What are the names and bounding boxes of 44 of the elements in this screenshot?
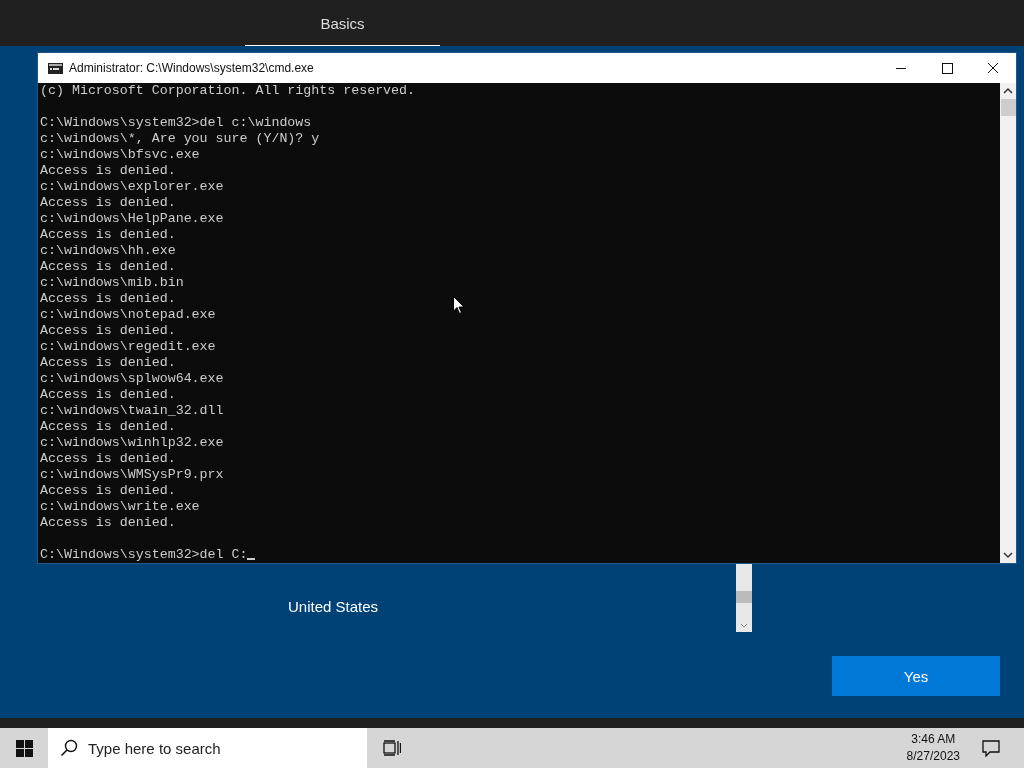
console-line: c:\windows\WMSysPr9.prx (40, 467, 224, 482)
search-field[interactable]: Type here to search (48, 728, 367, 768)
console-icon (48, 62, 63, 74)
console-line: c:\windows\hh.exe (40, 243, 176, 258)
console-line: Access is denied. (40, 515, 176, 530)
console-line: Access is denied. (40, 355, 176, 370)
console-line: c:\windows\explorer.exe (40, 179, 224, 194)
mouse-pointer-icon (453, 296, 465, 315)
console-line: Access is denied. (40, 291, 176, 306)
windows-start-icon[interactable] (16, 739, 33, 757)
scroll-thumb[interactable] (736, 591, 752, 603)
console-line: Access is denied. (40, 163, 176, 178)
scroll-thumb[interactable] (1000, 99, 1016, 116)
console-line: Access is denied. (40, 451, 176, 466)
notifications-icon[interactable] (982, 739, 1000, 757)
console-line: c:\windows\write.exe (40, 499, 200, 514)
clock-date: 8/27/2023 (906, 748, 960, 765)
console-line: c:\windows\mib.bin (40, 275, 184, 290)
console-line: Access is denied. (40, 419, 176, 434)
console-line: c:\windows\winhlp32.exe (40, 435, 224, 450)
console-line: Access is denied. (40, 387, 176, 402)
yes-button[interactable]: Yes (832, 656, 1000, 696)
console-line: c:\windows\twain_32.dll (40, 403, 224, 418)
console-line: Access is denied. (40, 323, 176, 338)
text-cursor (247, 558, 256, 560)
console-line: C:\Windows\system32>del c:\windows (40, 115, 312, 130)
console-line: c:\windows\HelpPane.exe (40, 211, 224, 226)
console-line: (c) Microsoft Corporation. All rights reserved. (40, 83, 416, 98)
list-scrollbar[interactable] (736, 563, 752, 632)
console-line: c:\windows\splwow64.exe (40, 371, 224, 386)
console-line: c:\windows\notepad.exe (40, 307, 216, 322)
console-line: c:\windows\bfsvc.exe (40, 147, 200, 162)
console-line: C:\Windows\system32>del C: (40, 547, 248, 562)
clock-time: 3:46 AM (911, 731, 956, 748)
task-view-icon[interactable] (383, 740, 401, 756)
window-title: Administrator: C:\Windows\system32\cmd.exe (69, 61, 314, 75)
console-line: Access is denied. (40, 195, 176, 210)
console-line: c:\windows\regedit.exe (40, 339, 216, 354)
console-line: Access is denied. (40, 483, 176, 498)
console-line: Access is denied. (40, 259, 176, 274)
console-line: Access is denied. (40, 227, 176, 242)
region-list-item[interactable]: United States (288, 598, 736, 615)
console-scrollbar[interactable] (1000, 83, 1016, 563)
console-line: c:\windows\*, Are you sure (Y/N)? y (40, 131, 320, 146)
